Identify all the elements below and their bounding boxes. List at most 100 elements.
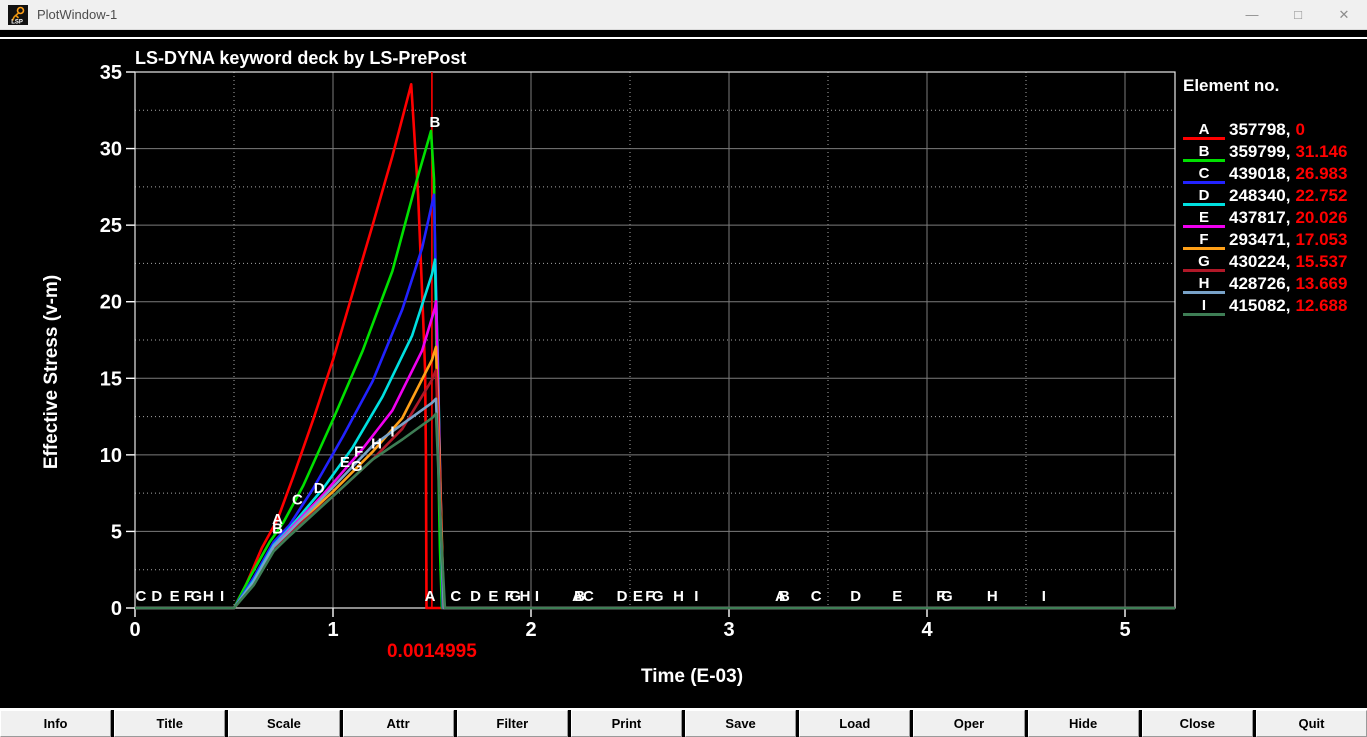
x-tick-label: 4 <box>921 619 933 641</box>
legend-cursor-value: 31.146 <box>1295 142 1348 161</box>
titlebar: LSP PlotWindow-1 — □ ✕ <box>0 0 1367 30</box>
legend-entry-G: G 430224, 15.537 <box>1183 250 1365 272</box>
y-tick-label: 35 <box>100 62 122 84</box>
y-axis-title: Effective Stress (v-m) <box>41 275 62 469</box>
curve-letter-marker-B: B <box>430 114 441 131</box>
legend-entries: A 357798, 0 B 359799, 31.146 C 439018, 26.983 D 24… <box>1183 118 1365 316</box>
plot-window: LSP PlotWindow-1 — □ ✕ 0 1 2 3 4 5 0 5 10 15 20 25 3… <box>0 0 1367 737</box>
toolbar-button-close[interactable]: Close <box>1141 710 1253 737</box>
curve-letter-marker-I: I <box>1042 588 1046 605</box>
legend-line-sample-F: F <box>1183 232 1225 250</box>
legend-line-sample-D: D <box>1183 188 1225 206</box>
y-tick-label: 0 <box>111 598 122 620</box>
curve-letter-marker-D: D <box>850 588 861 605</box>
legend-entry-F: F 293471, 17.053 <box>1183 228 1365 250</box>
curve-F <box>135 345 1175 610</box>
curve-letter-marker-D: D <box>617 588 628 605</box>
toolbar-button-filter[interactable]: Filter <box>456 710 568 737</box>
toolbar-button-info[interactable]: Info <box>0 710 112 737</box>
legend: Element no. A 357798, 0 B 359799, 31.146 C 4390… <box>1183 76 1365 316</box>
window-controls: — □ ✕ <box>1229 0 1367 30</box>
legend-element-number: 293471 <box>1229 230 1286 249</box>
maximize-icon: □ <box>1294 7 1302 22</box>
curve-letter-marker-A: A <box>425 588 436 605</box>
toolbar-button-hide[interactable]: Hide <box>1027 710 1139 737</box>
legend-element-number: 437817 <box>1229 208 1286 227</box>
legend-entry-B: B 359799, 31.146 <box>1183 140 1365 162</box>
legend-comma: , <box>1285 142 1291 161</box>
legend-entry-C: C 439018, 26.983 <box>1183 162 1365 184</box>
legend-comma: , <box>1285 296 1291 315</box>
close-icon: ✕ <box>1338 6 1350 22</box>
legend-element-number: 430224 <box>1229 252 1286 271</box>
legend-line-sample-E: E <box>1183 210 1225 228</box>
curve-letter-marker-C: C <box>292 492 303 509</box>
x-axis-title: Time (E-03) <box>641 666 743 687</box>
legend-entry-E: E 437817, 20.026 <box>1183 206 1365 228</box>
legend-comma: , <box>1285 186 1291 205</box>
legend-element-number: 359799 <box>1229 142 1286 161</box>
curve-D <box>135 258 1175 610</box>
plot-canvas[interactable]: 0 1 2 3 4 5 0 5 10 15 20 25 30 35 LS-DYNA keyword deck… <box>0 30 1367 708</box>
toolbar-button-load[interactable]: Load <box>799 710 911 737</box>
curve-G <box>135 368 1175 610</box>
curve-letter-marker-I: I <box>535 588 539 605</box>
legend-comma: , <box>1285 164 1291 183</box>
curve-letter-marker-G: G <box>941 588 953 605</box>
curve-letter-marker-D: D <box>314 480 325 497</box>
legend-line-sample-C: C <box>1183 166 1225 184</box>
curve-letter-marker-I: I <box>220 588 224 605</box>
curve-letter-marker-C: C <box>583 588 594 605</box>
legend-comma: , <box>1285 252 1291 271</box>
curve-letter-marker-B: B <box>272 521 283 538</box>
legend-comma: , <box>1285 274 1291 293</box>
legend-title: Element no. <box>1183 76 1280 95</box>
maximize-button[interactable]: □ <box>1275 0 1321 30</box>
minimize-button[interactable]: — <box>1229 0 1275 30</box>
curve-letter-marker-E: E <box>633 588 643 605</box>
curve-letter-marker-D: D <box>470 588 481 605</box>
legend-line-sample-A: A <box>1183 122 1225 140</box>
legend-cursor-value: 13.669 <box>1295 274 1348 293</box>
y-tick-label: 30 <box>100 139 122 161</box>
lsprepost-app-icon: LSP <box>8 4 28 25</box>
curve-letter-marker-I: I <box>390 423 394 440</box>
close-button[interactable]: ✕ <box>1321 0 1367 30</box>
legend-element-number: 357798 <box>1229 120 1286 139</box>
curve-letter-marker-G: G <box>351 458 363 475</box>
toolbar-button-attr[interactable]: Attr <box>342 710 454 737</box>
curve-letter-marker-C: C <box>811 588 822 605</box>
legend-line-sample-B: B <box>1183 144 1225 162</box>
curve-letter-marker-C: C <box>136 588 147 605</box>
toolbar: Info Title Scale Attr Filter Print Save Load Ope… <box>0 708 1367 737</box>
toolbar-button-save[interactable]: Save <box>685 710 797 737</box>
legend-cursor-value: 26.983 <box>1295 164 1348 183</box>
curve-letter-marker-I: I <box>694 588 698 605</box>
cursor-time-label: 0.0014995 <box>387 641 477 662</box>
curve-C <box>135 193 1175 610</box>
y-tick-label: 5 <box>111 521 122 543</box>
plot-title: LS-DYNA keyword deck by LS-PrePost <box>135 48 466 68</box>
lsprepost-icon-glyph: LSP <box>8 4 28 25</box>
curve-letter-marker-D: D <box>151 588 162 605</box>
curve-letter-marker-G: G <box>652 588 664 605</box>
curve-B <box>135 129 1175 610</box>
legend-entry-A: A 357798, 0 <box>1183 118 1365 140</box>
y-tick-label: 15 <box>100 368 122 390</box>
legend-element-number: 439018 <box>1229 164 1286 183</box>
x-tick-label: 0 <box>129 619 140 641</box>
legend-cursor-value: 0 <box>1295 120 1305 139</box>
toolbar-button-title[interactable]: Title <box>114 710 226 737</box>
y-tick-label: 10 <box>100 445 122 467</box>
toolbar-button-quit[interactable]: Quit <box>1255 710 1367 737</box>
toolbar-button-scale[interactable]: Scale <box>228 710 340 737</box>
toolbar-button-oper[interactable]: Oper <box>913 710 1025 737</box>
curve-letter-marker-H: H <box>673 588 684 605</box>
legend-comma: , <box>1285 208 1291 227</box>
toolbar-button-print[interactable]: Print <box>570 710 683 737</box>
legend-comma: , <box>1285 120 1291 139</box>
legend-element-number: 415082 <box>1229 296 1286 315</box>
legend-cursor-value: 20.026 <box>1295 208 1348 227</box>
x-tick-label: 3 <box>723 619 734 641</box>
curve-letter-marker-H: H <box>987 588 998 605</box>
